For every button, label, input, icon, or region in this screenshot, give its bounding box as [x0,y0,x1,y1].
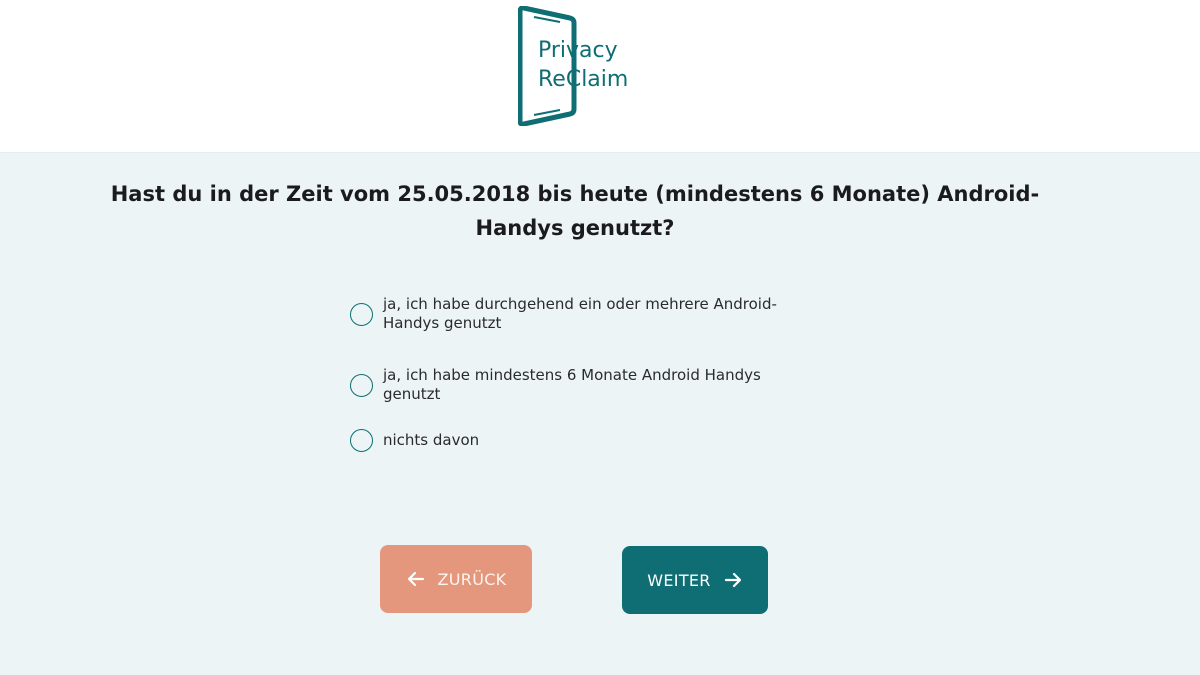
back-button[interactable]: ZURÜCK [380,545,532,613]
logo-line-reclaim: ReClaim [538,67,629,92]
next-button-label: WEITER [647,570,711,590]
option-continuous-android[interactable]: ja, ich habe durchgehend ein oder mehrer… [350,295,803,333]
option-none[interactable]: nichts davon [350,429,803,452]
arrow-right-icon [723,570,743,590]
logo-wordmark: Privacy ReClaim [538,36,628,94]
back-button-label: ZURÜCK [437,569,507,589]
question-panel: Hast du in der Zeit vom 25.05.2018 bis h… [0,153,1200,675]
arrow-left-icon [406,569,426,589]
privacy-reclaim-logo[interactable]: Privacy ReClaim [518,6,648,126]
radio-button[interactable] [350,302,373,326]
option-six-months-android[interactable]: ja, ich habe mindestens 6 Monate Android… [350,366,803,404]
radio-button[interactable] [350,429,373,452]
next-button[interactable]: WEITER [622,546,768,614]
option-label: ja, ich habe mindestens 6 Monate Android… [383,366,761,403]
option-label: nichts davon [383,431,480,449]
option-label: ja, ich habe durchgehend ein oder mehrer… [383,295,777,332]
header: Privacy ReClaim [0,0,1200,153]
question-title: Hast du in der Zeit vom 25.05.2018 bis h… [110,182,1040,240]
radio-button[interactable] [350,373,373,397]
logo-line-privacy: Privacy [538,38,618,63]
